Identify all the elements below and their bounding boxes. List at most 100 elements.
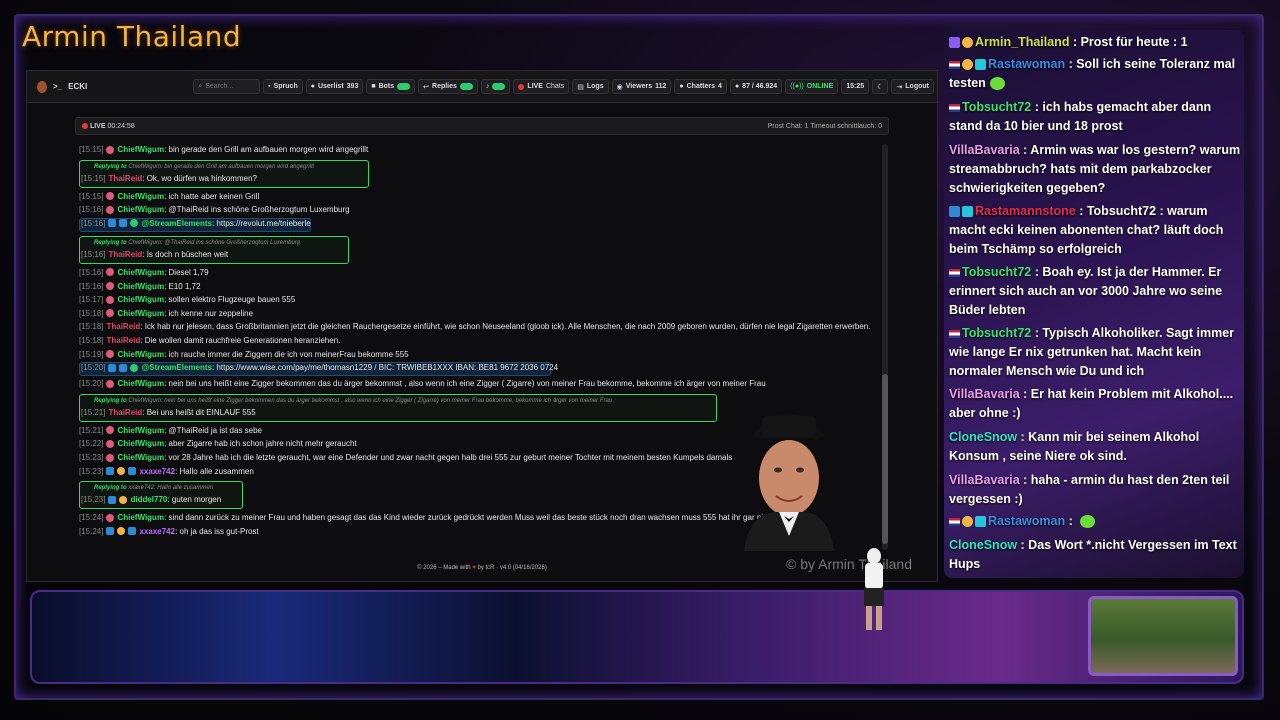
search-input[interactable]: ⌕ Search... [193,79,261,94]
quote-icon: ▪ [268,83,271,90]
message-timestamp: [15:16] [79,205,104,215]
bots-toggle[interactable] [397,83,411,90]
chat-message: [15:17] ChiefWigum: sollen elektro Flugze… [79,295,295,304]
chat-scrollbar[interactable] [882,144,888,550]
message-timestamp: [15:20] [79,379,104,389]
message-timestamp: [15:16] [79,281,104,291]
message-username[interactable]: ChiefWigum [117,453,164,462]
userlist-button[interactable]: ● Userlist 393 [305,79,364,94]
message-username[interactable]: @StreamElements [141,219,212,228]
message-username[interactable]: ChiefWigum [117,379,164,388]
reply-reference: Replying to xxaxe742: Hallo alle zusamme… [94,485,213,491]
emote-icon [1080,515,1096,529]
message-timestamp: [15:16] [79,267,104,277]
user-badge-icon [128,527,137,536]
chat-message: [15:24] ChiefWigum: sind dann zurück zu m… [79,513,804,522]
sound-button[interactable]: ♪ [480,79,511,94]
bots-button[interactable]: ■ Bots [366,79,416,94]
overlay-chat-username: Tobsucht72 [962,100,1032,114]
replies-toggle[interactable] [459,83,473,90]
stream-overlay: Armin Thailand >_ ECKI ⌕ Search... ▪ Spruc… [0,0,1280,720]
message-timestamp: [15:24] [79,526,104,536]
reply-user: ChiefWigum [128,397,161,404]
message-username[interactable]: ChiefWigum [117,426,164,435]
message-username[interactable]: ThaiReid [108,408,142,417]
message-username[interactable]: ChiefWigum [117,309,164,318]
chat-message: [15:15] ChiefWigum: ich hatte aber keinen… [79,192,259,201]
emote-icon [989,77,1005,91]
message-text: : vor 28 Jahre hab ich die letzte gerauc… [164,453,733,462]
chat-message: [15:22] ChiefWigum: aber Zigarre hab ich … [79,439,357,448]
reply-reference: Replying to ChiefWigum: nein bei uns hei… [94,398,612,404]
message-timestamp: [15:17] [79,295,104,305]
badge-icon [949,206,960,218]
online-label: ONLINE [806,83,834,90]
uptime: 00:24:58 [107,122,135,130]
overlay-chat-text: : [1065,514,1077,528]
viewers-label: Viewers [625,83,653,90]
clock-time: 15:25 [846,83,865,90]
message-username[interactable]: ChiefWigum [117,205,164,214]
message-username[interactable]: ChiefWigum [117,295,164,304]
bottom-banner [30,590,1244,684]
message-username[interactable]: xxaxe742 [139,527,175,536]
scrollbar-thumb[interactable] [882,374,888,544]
message-text: : Bei uns heißt dit EINLAUF 555 [142,407,256,417]
message-text: : ich rauche immer die Ziggern die ich v… [164,349,409,359]
replies-button[interactable]: ↩ Replies [418,79,478,94]
logs-button[interactable]: ▤ Logs [572,79,609,94]
reply-reference: Replying to ChiefWigum: @ThaiReid ins sc… [94,240,300,246]
message-username[interactable]: ThaiReid [108,174,142,183]
message-username[interactable]: ChiefWigum [117,513,164,522]
sound-toggle[interactable] [492,83,506,90]
chat-message: [15:20] ChiefWigum: nein bei uns heißt ei… [79,379,766,388]
user-badge-icon [106,295,115,304]
badge-icon [975,59,986,71]
message-timestamp: [15:19] [79,349,104,359]
brand[interactable]: >_ ECKI [37,80,193,93]
spruch-button[interactable]: ▪ Spruch [263,79,303,94]
message-username[interactable]: ChiefWigum [117,192,164,201]
logout-button[interactable]: ⇥ Logout [891,79,934,94]
overlay-chat-username: Tobsucht72 [962,265,1032,279]
message-username[interactable]: diddel770 [130,495,167,504]
watermark: © by Armin Thailand [786,556,913,572]
overlay-chat-username: VillaBavaria [949,143,1020,157]
flag-icon [949,60,960,69]
overlay-chat: Armin_Thailand : Prost für heute : 1 Rast… [944,30,1244,578]
message-username[interactable]: ThaiReid [106,336,140,345]
theme-toggle-button[interactable]: ☾ [872,79,889,94]
users-icon: ● [679,83,684,90]
chat-message: [15:16] ChiefWigum: @ThaiReid ins schöne … [79,205,350,214]
user-badge-icon [117,467,126,476]
message-username[interactable]: @StreamElements [141,363,212,372]
overlay-chat-username: CloneSnow [949,538,1018,552]
bots-label: Bots [378,83,395,90]
message-timestamp: [15:20] [81,363,106,373]
flag-icon [949,517,960,526]
badge-icon [962,59,973,71]
message-username[interactable]: ThaiReid [106,322,140,331]
overlay-chat-message: VillaBavaria : haha - armin du hast den … [949,471,1241,509]
overlay-chat-message: Tobsucht72 : Boah ey. Ist ja der Hammer.… [949,263,1241,320]
message-text: : nein bei uns heißt eine Zigger bekomme… [164,379,766,389]
footer-left: © 2026 – Made with [417,565,471,571]
message-username[interactable]: ChiefWigum [117,350,164,359]
live-chats-button[interactable]: LIVE Chats [513,79,570,94]
message-timestamp: [15:21] [81,407,106,417]
message-username[interactable]: ChiefWigum [117,439,164,448]
logout-label: Logout [905,83,929,90]
overlay-chat-username: Armin_Thailand [975,35,1070,49]
message-username[interactable]: ChiefWigum [117,145,164,154]
message-username[interactable]: ThaiReid [108,250,142,259]
message-username[interactable]: ChiefWigum [117,268,164,277]
live-label: LIVE [527,83,543,90]
message-username[interactable]: xxaxe742 [139,467,175,476]
badge-icon [975,516,986,528]
user-badge-icon [106,268,115,277]
message-username[interactable]: ChiefWigum [117,282,164,291]
reply-label: Replying to [94,163,127,170]
chat-message: [15:21] ThaiReid: Bei uns heißt dit EINLA… [81,408,256,417]
message-timestamp: [15:18] [79,308,104,318]
reply-text: : bin gerade den Grill am aufbauen morge… [160,163,315,170]
